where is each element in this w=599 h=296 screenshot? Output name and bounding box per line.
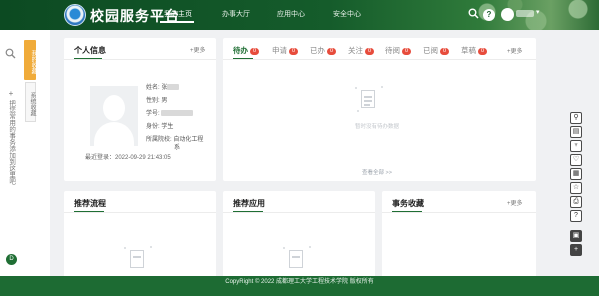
empty-document-icon xyxy=(124,246,154,276)
tab-done[interactable]: 已办 0 xyxy=(310,45,337,56)
title-underline xyxy=(233,211,263,212)
tab-follow[interactable]: 关注 0 xyxy=(348,45,375,56)
title-underline xyxy=(392,211,422,212)
report-icon[interactable]: ▦ xyxy=(570,168,582,180)
tab-draft[interactable]: 草稿 0 xyxy=(461,45,488,56)
empty-document-icon xyxy=(283,246,313,276)
add-icon[interactable]: + xyxy=(570,244,582,256)
profile-card: 个人信息 +更多 姓名: 张 性别: 男 学号: 身份: 学生 所属院校: 自动… xyxy=(64,38,216,181)
document-icon[interactable]: ▤ xyxy=(570,126,582,138)
favorites-empty-hint: + 把您常用的事务添加到这里吧 xyxy=(6,90,16,185)
field-identity: 身份: 学生 xyxy=(146,124,174,130)
view-all-link[interactable]: 查看全部 >> xyxy=(362,168,392,176)
copyright-text: CopyRight © 2022 成都理工大学工程技术学院 版权所有 xyxy=(225,279,374,285)
divider xyxy=(223,59,536,60)
profile-photo-placeholder xyxy=(90,86,138,146)
printer-icon[interactable]: ⎙ xyxy=(570,196,582,208)
footer: CopyRight © 2022 成都理工大学工程技术学院 版权所有 xyxy=(0,276,599,296)
title-underline xyxy=(233,58,253,59)
card-title: 事务收藏 xyxy=(392,199,424,208)
user-name-blurred[interactable] xyxy=(516,10,534,17)
tab-to-read[interactable]: 待阅 0 xyxy=(385,45,412,56)
top-header: 校园服务平台 我的主页 办事大厅 应用中心 安全中心 ? ▾ xyxy=(0,0,599,30)
title-underline xyxy=(74,58,102,59)
school-logo-icon[interactable] xyxy=(64,4,86,26)
grid-icon[interactable]: ▣ xyxy=(570,230,582,242)
field-gender: 性别: 男 xyxy=(146,98,168,104)
user-icon[interactable]: ⚲ xyxy=(570,112,582,124)
nav-service-hall[interactable]: 办事大厅 xyxy=(222,9,250,19)
todo-card: 待办 0 申请 0 已办 0 关注 0 待阅 0 已阅 0 草稿 0 +更多 暂时没有待办数据… xyxy=(223,38,536,181)
chevron-down-icon[interactable]: ▾ xyxy=(536,8,540,16)
sidebar-search-icon[interactable] xyxy=(5,48,16,62)
card-title: 个人信息 xyxy=(74,46,106,55)
star-icon[interactable]: ☆ xyxy=(570,182,582,194)
title-underline xyxy=(74,211,104,212)
recommended-flow-card: 推荐流程 xyxy=(64,191,216,281)
empty-state-text: 暂时没有待办数据 xyxy=(355,124,400,130)
hint-text: 把您常用的事务添加到这里吧 xyxy=(7,100,15,185)
card-title: 推荐应用 xyxy=(233,199,265,208)
shirt-icon[interactable]: ♆ xyxy=(570,140,582,152)
nav-active-underline xyxy=(160,21,194,23)
search-icon[interactable] xyxy=(468,8,479,23)
divider xyxy=(64,59,216,60)
nav-security-center[interactable]: 安全中心 xyxy=(333,9,361,19)
recommended-apps-card: 推荐应用 xyxy=(223,191,375,281)
card-title: 推荐流程 xyxy=(74,199,106,208)
tab-my-favorites[interactable]: 我的收藏 xyxy=(24,40,36,80)
empty-document-icon xyxy=(355,86,385,116)
bottom-badge-icon[interactable]: D xyxy=(6,254,17,265)
divider xyxy=(64,212,216,213)
divider xyxy=(382,212,536,213)
divider xyxy=(223,212,375,213)
favorites-card: 事务收藏 +更多 xyxy=(382,191,536,281)
heart-icon[interactable]: ♡ xyxy=(570,154,582,166)
help-circle-icon[interactable]: ? xyxy=(570,210,582,222)
field-student-id: 学号: xyxy=(146,108,194,117)
tab-read[interactable]: 已阅 0 xyxy=(423,45,450,56)
last-login-time: 最近登录：2022-09-29 21:43:05 xyxy=(85,155,171,161)
field-department-line2: 系 xyxy=(174,145,181,151)
tab-apply[interactable]: 申请 0 xyxy=(272,45,299,56)
field-name: 姓名: 张 xyxy=(146,82,180,91)
nav-app-center[interactable]: 应用中心 xyxy=(277,9,305,19)
nav-my-home[interactable]: 我的主页 xyxy=(164,9,192,19)
help-icon[interactable]: ? xyxy=(483,9,495,21)
avatar[interactable] xyxy=(501,8,514,21)
more-link[interactable]: +更多 xyxy=(190,45,206,54)
more-link[interactable]: +更多 xyxy=(507,46,523,55)
hint-plus-icon: + xyxy=(8,89,14,98)
tab-system-favorites[interactable]: 系统收藏 xyxy=(25,82,36,122)
more-link[interactable]: +更多 xyxy=(507,198,523,207)
tab-todo[interactable]: 待办 0 xyxy=(233,45,260,56)
